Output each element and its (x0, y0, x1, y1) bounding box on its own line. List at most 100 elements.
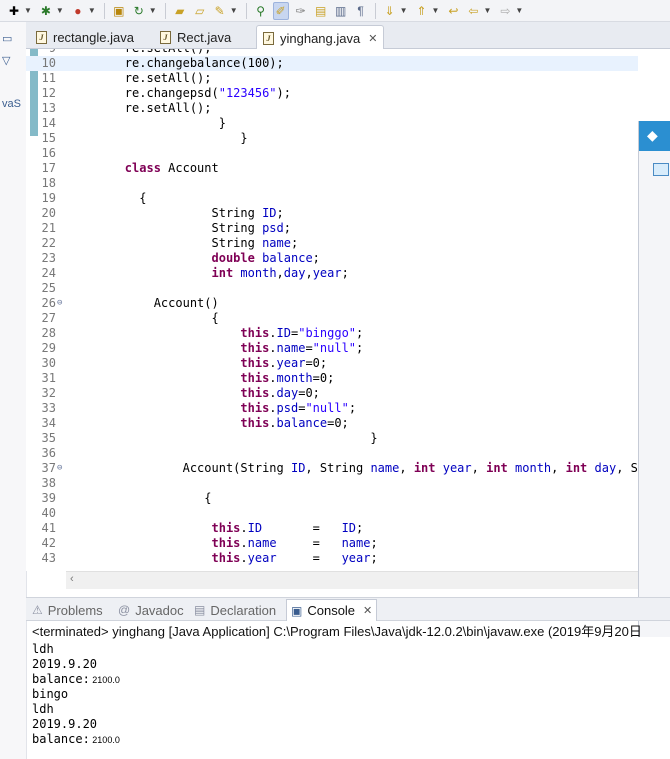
edit-icon[interactable]: ▤ (313, 2, 329, 20)
code-line[interactable]: 30 this.year=0; (26, 356, 638, 371)
tab-javadoc[interactable]: @ Javadoc (118, 600, 184, 620)
code-text: { (67, 491, 212, 505)
code-line[interactable]: 9 re.setAll(); (26, 49, 638, 56)
back-arrow-icon[interactable]: ⇦ (465, 2, 481, 20)
code-line[interactable]: 18 (26, 176, 638, 191)
run-icon[interactable]: ● (70, 2, 86, 20)
code-line[interactable]: 15 } (26, 131, 638, 146)
line-number: 31 (41, 371, 56, 385)
paragraph-icon[interactable]: ¶ (353, 2, 369, 20)
horizontal-scrollbar[interactable]: ‹ (66, 571, 638, 589)
tab-rect-java[interactable]: J Rect.java (154, 26, 237, 48)
dropdown-arrow-icon[interactable]: ▼ (515, 6, 523, 15)
line-number: 24 (41, 266, 56, 280)
code-line[interactable]: 27 { (26, 311, 638, 326)
highlight-icon[interactable]: ✐ (272, 1, 289, 20)
pin-icon[interactable]: ⚲ (253, 2, 269, 20)
close-icon[interactable]: ✕ (368, 32, 377, 45)
image-icon[interactable] (653, 163, 669, 176)
dropdown-arrow-icon[interactable]: ▼ (149, 6, 157, 15)
code-line[interactable]: 17 class Account (26, 161, 638, 176)
forward-arrow-icon[interactable]: ⇨ (497, 2, 513, 20)
scroll-left-icon[interactable]: ‹ (70, 573, 74, 585)
debug-icon[interactable]: ✱ (38, 2, 54, 20)
minimize-icon[interactable]: ▭ (2, 32, 12, 45)
code-line[interactable]: 41 this.ID = ID; (26, 521, 638, 536)
code-line[interactable]: 25 (26, 281, 638, 296)
code-line[interactable]: 28 this.ID="binggo"; (26, 326, 638, 341)
code-line[interactable]: 35 } (26, 431, 638, 446)
code-line[interactable]: 33 this.psd="null"; (26, 401, 638, 416)
new-icon[interactable]: ✚ (6, 2, 22, 20)
code-line[interactable]: 43 this.year = year; (26, 551, 638, 566)
fold-toggle-icon[interactable]: ⊖ (57, 461, 62, 476)
code-line[interactable]: 32 this.day=0; (26, 386, 638, 401)
code-line[interactable]: 37 ⊖ Account(String ID, String name, int … (26, 461, 638, 476)
code-line[interactable]: 40 (26, 506, 638, 521)
dropdown-arrow-icon[interactable]: ▼ (88, 6, 96, 15)
code-line[interactable]: 19 { (26, 191, 638, 206)
left-panel-label: vaS (2, 98, 21, 110)
code-line[interactable]: 20 String ID; (26, 206, 638, 221)
line-number: 11 (41, 71, 56, 85)
line-number: 9 (26, 49, 56, 56)
menu-down-icon[interactable]: ▽ (2, 54, 10, 67)
tab-declaration[interactable]: ▤ Declaration (194, 600, 276, 620)
refresh-icon[interactable]: ↻ (131, 2, 147, 20)
code-line[interactable]: 14 } (26, 116, 638, 131)
line-number: 19 (41, 191, 56, 205)
code-line[interactable]: 39 { (26, 491, 638, 506)
code-line[interactable]: 36 (26, 446, 638, 461)
open-folder-icon[interactable]: ▰ (172, 2, 188, 20)
code-line[interactable]: 16 (26, 146, 638, 161)
dropdown-arrow-icon[interactable]: ▼ (483, 6, 491, 15)
up-arrow-icon[interactable]: ⇑ (414, 2, 430, 20)
code-line[interactable]: 11 re.setAll(); (26, 71, 638, 86)
line-number: 22 (41, 236, 56, 250)
file-icon[interactable]: ▥ (333, 2, 349, 20)
code-line[interactable]: 31 this.month=0; (26, 371, 638, 386)
tab-problems[interactable]: ⚠ Problems (32, 600, 103, 620)
right-panel-tab[interactable]: ◆ (639, 121, 670, 151)
code-text: { (67, 311, 219, 325)
fold-toggle-icon[interactable]: ⊖ (57, 296, 62, 311)
back-icon[interactable]: ↩ (445, 2, 461, 20)
code-line[interactable]: 21 String psd; (26, 221, 638, 236)
dropdown-arrow-icon[interactable]: ▼ (432, 6, 440, 15)
code-line[interactable]: 42 this.name = name; (26, 536, 638, 551)
code-text: int month,day,year; (211, 266, 349, 280)
code-text: re.setAll(); (67, 49, 212, 56)
code-line[interactable]: 23 double balance; (26, 251, 638, 266)
tab-yinghang-java[interactable]: J yinghang.java ✕ (256, 25, 385, 50)
package-icon[interactable]: ▣ (111, 2, 127, 20)
toolbar-separator (103, 2, 105, 19)
dropdown-arrow-icon[interactable]: ▼ (24, 6, 32, 15)
close-icon[interactable]: ✕ (363, 604, 372, 617)
code-editor[interactable]: 9 re.setAll();10 re.changebalance(100);1… (26, 49, 638, 571)
code-line[interactable]: 38 (26, 476, 638, 491)
dropdown-arrow-icon[interactable]: ▼ (400, 6, 408, 15)
code-line[interactable]: 22 String name; (26, 236, 638, 251)
code-line[interactable]: 26 ⊖ Account() (26, 296, 638, 311)
brush-icon[interactable]: ✑ (293, 2, 309, 20)
tab-label: yinghang.java (280, 30, 361, 46)
code-line[interactable]: 24 int month,day,year; (26, 266, 638, 281)
wrench-icon[interactable]: ✎ (212, 2, 228, 20)
line-number: 14 (41, 116, 56, 130)
code-line[interactable]: 10 re.changebalance(100); (26, 56, 638, 71)
down-arrow-icon[interactable]: ⇓ (382, 2, 398, 20)
dropdown-arrow-icon[interactable]: ▼ (56, 6, 64, 15)
code-line[interactable]: 34 this.balance=0; (26, 416, 638, 431)
declaration-icon: ▤ (194, 603, 206, 617)
line-number: 36 (41, 446, 56, 460)
code-line[interactable]: 12 re.changepsd("123456"); (26, 86, 638, 101)
tab-rectangle-java[interactable]: J rectangle.java (30, 26, 140, 48)
code-line[interactable]: 13 re.setAll(); (26, 101, 638, 116)
toolbar-separator (245, 2, 247, 19)
code-text: String ID; (67, 206, 284, 220)
console-output[interactable]: ldh 2019.9.20 balance: 2100.0 bingo ldh 2019.… (32, 642, 632, 759)
tab-console[interactable]: ▣ Console ✕ (286, 599, 378, 621)
dropdown-arrow-icon[interactable]: ▼ (230, 6, 238, 15)
open-file-icon[interactable]: ▱ (192, 2, 208, 20)
code-line[interactable]: 29 this.name="null"; (26, 341, 638, 356)
